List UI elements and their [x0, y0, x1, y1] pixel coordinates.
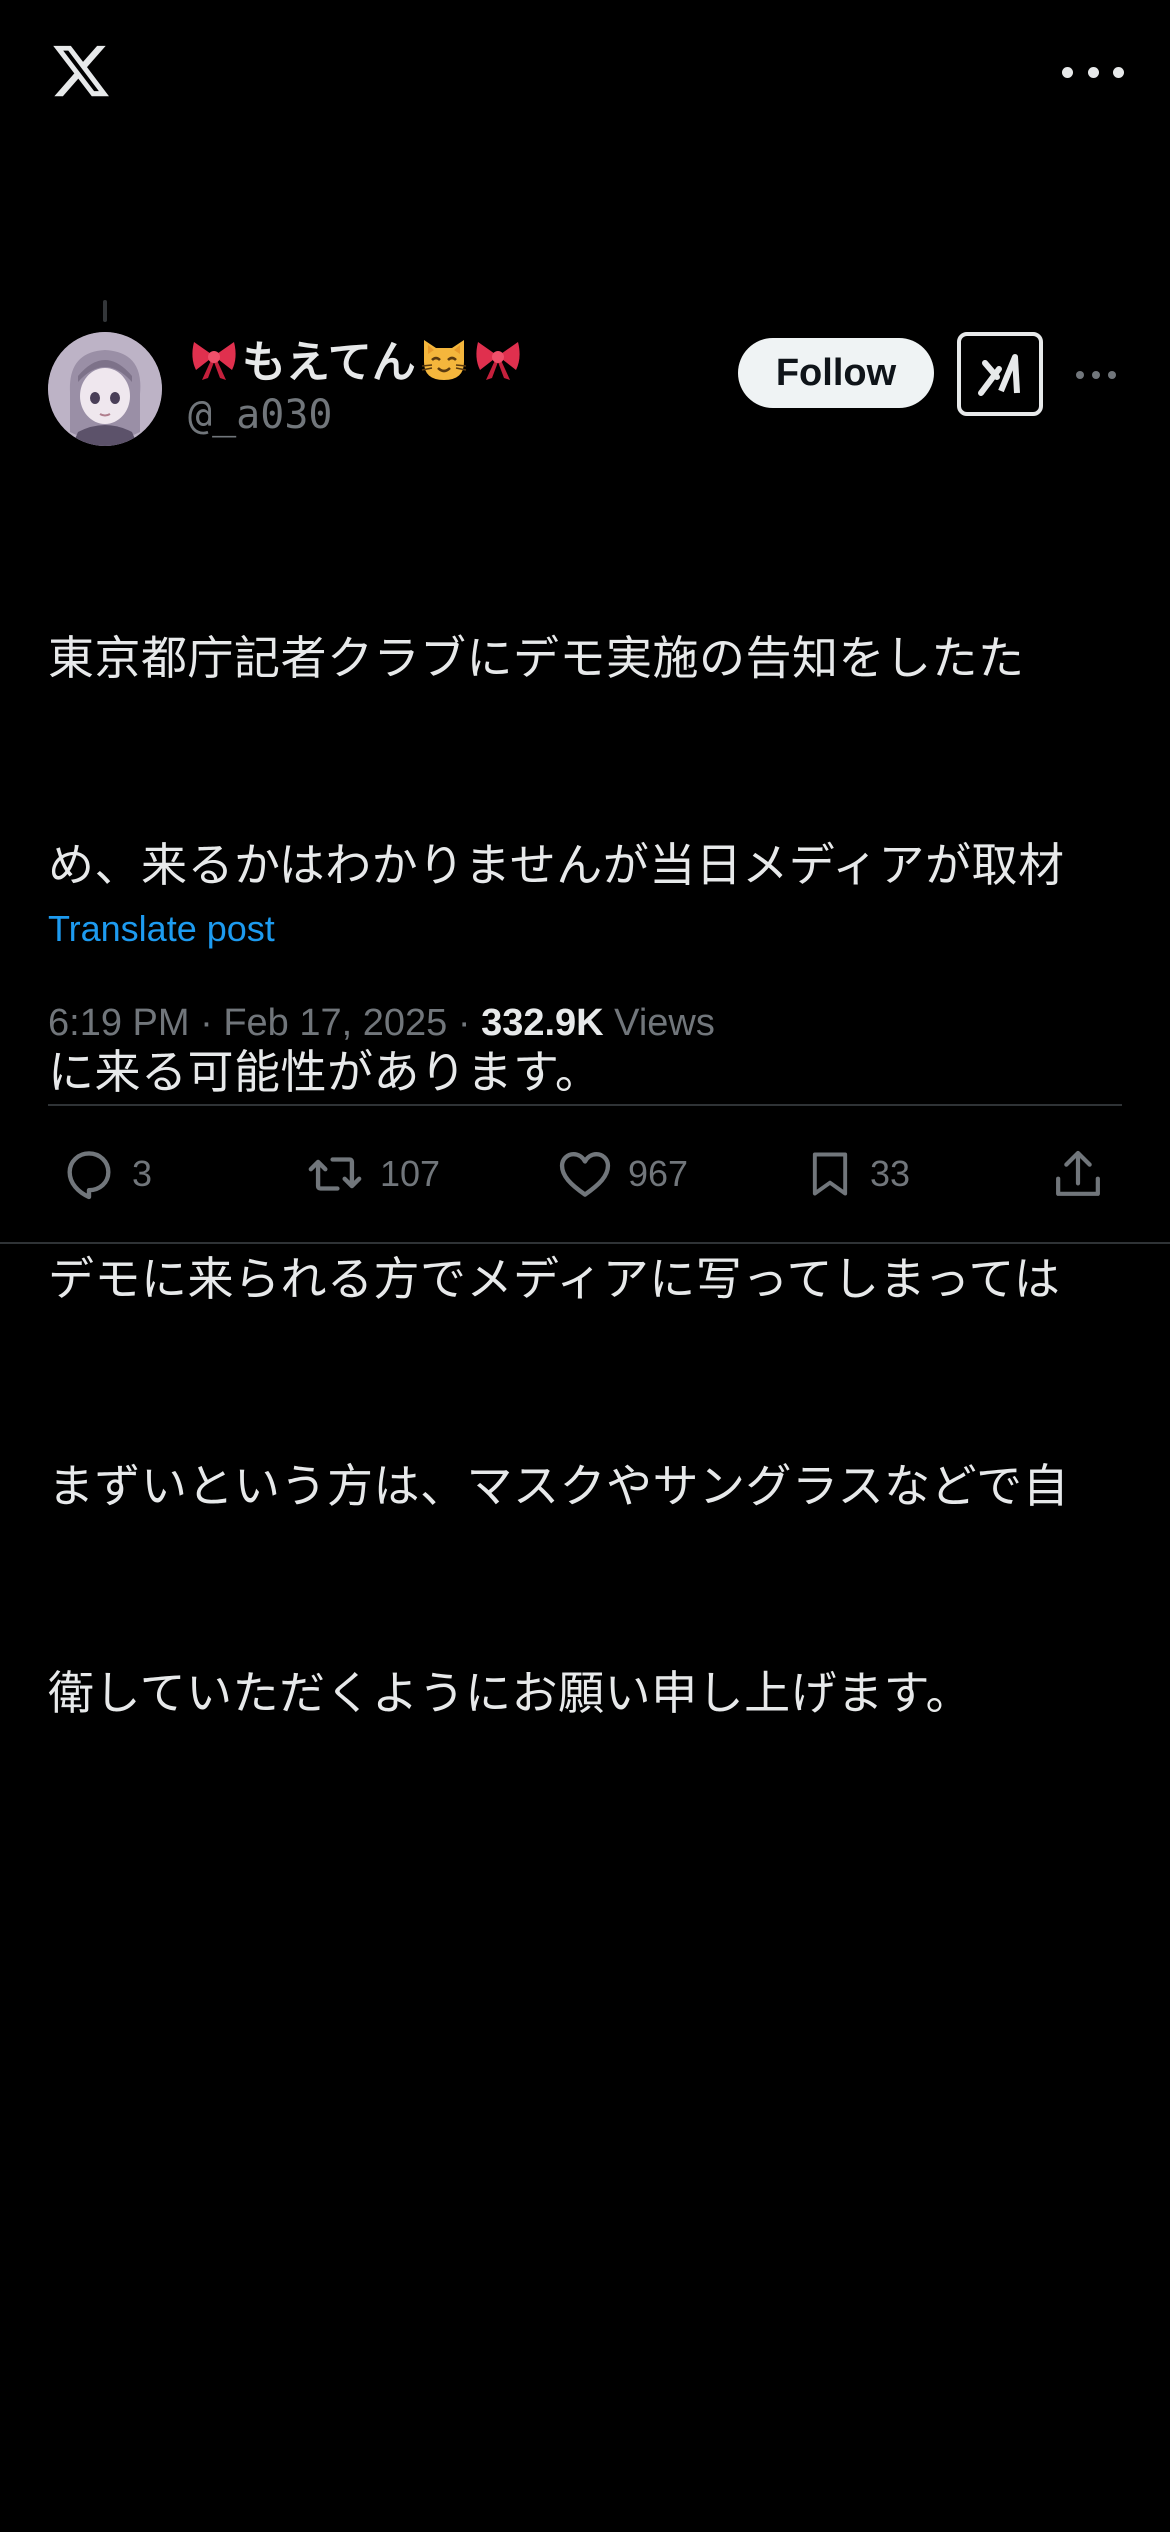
views-label: Views — [614, 1002, 715, 1044]
repost-count: 107 — [380, 1153, 441, 1194]
post-text-line: 東京都庁記者クラブにデモ実施の告知をしたた — [48, 631, 1025, 685]
follow-button[interactable]: Follow — [738, 338, 934, 408]
ribbon-emoji-icon — [476, 342, 520, 380]
bookmark-count: 33 — [870, 1153, 911, 1194]
divider — [48, 1104, 1122, 1106]
reply-icon — [67, 1151, 111, 1200]
dot — [1108, 371, 1116, 379]
repost-icon — [308, 1157, 362, 1191]
post-text-line: に来る可能性があります。 — [48, 1045, 602, 1099]
dot — [1062, 66, 1073, 78]
avatar-image — [48, 332, 162, 446]
thread-connector — [103, 300, 107, 322]
dot — [1092, 371, 1100, 379]
meta-separator: · — [200, 1002, 213, 1044]
dot — [1087, 66, 1099, 78]
more-options-icon[interactable] — [1062, 54, 1124, 90]
bookmark-icon — [812, 1152, 848, 1196]
post-meta: 6:19 PM · Feb 17, 2025 · 332.9K Views — [48, 1002, 715, 1045]
dot — [1113, 66, 1124, 78]
reply-button[interactable]: 3 — [60, 1130, 152, 1218]
post-date[interactable]: Feb 17, 2025 — [223, 1002, 447, 1044]
post-more-options-icon[interactable] — [1076, 368, 1116, 382]
post-text-line: まずいという方は、マスクやサングラスなどで自 — [48, 1459, 1070, 1513]
cat-face-emoji-icon — [421, 340, 466, 380]
post-time[interactable]: 6:19 PM — [48, 1002, 190, 1044]
meta-separator: · — [457, 1002, 471, 1044]
top-bar — [0, 0, 1170, 150]
grok-button[interactable] — [957, 332, 1043, 416]
grok-icon — [978, 354, 1020, 396]
heart-icon — [559, 1152, 611, 1197]
dot — [1076, 371, 1084, 379]
like-count: 967 — [628, 1153, 689, 1194]
share-icon — [1056, 1150, 1100, 1196]
share-button[interactable] — [1050, 1130, 1106, 1218]
avatar[interactable] — [48, 332, 162, 446]
author-handle[interactable]: @_a030 — [188, 392, 333, 438]
x-logo-icon[interactable] — [48, 40, 114, 102]
reply-count: 3 — [132, 1153, 153, 1194]
author-display-name[interactable]: もえてん — [188, 326, 524, 390]
views-count: 332.9K — [481, 1002, 604, 1044]
ribbon-emoji-icon — [192, 342, 236, 380]
bookmark-button[interactable]: 33 — [804, 1130, 910, 1218]
translate-post-link[interactable]: Translate post — [48, 908, 275, 950]
repost-button[interactable]: 107 — [304, 1130, 440, 1218]
action-bar: 3 107 967 33 — [0, 1130, 1170, 1218]
post-text-line: め、来るかはわかりませんが当日メディアが取材 — [48, 838, 1065, 892]
post-text-line: デモに来られる方でメディアに写ってしまっては — [48, 1252, 1061, 1306]
divider — [0, 1242, 1170, 1244]
like-button[interactable]: 967 — [556, 1130, 688, 1218]
post-text-line: 衛していただくようにお願い申し上げます。 — [48, 1666, 973, 1720]
author-name-text: もえてん — [242, 337, 416, 388]
